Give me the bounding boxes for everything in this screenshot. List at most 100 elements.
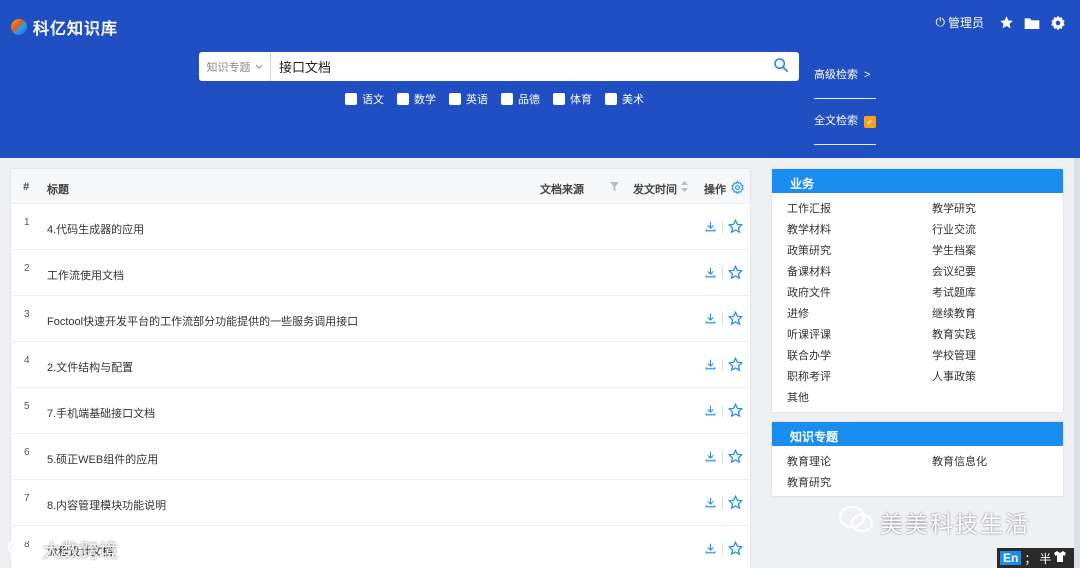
category-link[interactable]: 工作汇报 — [787, 199, 932, 220]
category-link[interactable]: 会议纪要 — [932, 262, 1052, 283]
checkbox-icon[interactable] — [605, 93, 617, 105]
advanced-search-arrow: > — [864, 69, 871, 81]
col-header-title[interactable]: 标题 — [47, 181, 69, 197]
search-input[interactable] — [271, 52, 763, 81]
subject-filter-english[interactable]: 英语 — [449, 91, 488, 107]
fulltext-search-label: 全文检索 — [814, 115, 858, 127]
download-icon[interactable] — [704, 450, 717, 466]
category-link[interactable]: 考试题库 — [932, 283, 1052, 304]
category-link[interactable]: 学校管理 — [932, 346, 1052, 367]
checkbox-icon[interactable] — [449, 93, 461, 105]
col-header-source[interactable]: 文档来源 — [540, 181, 584, 197]
row-title-link[interactable]: 4.代码生成器的应用 — [47, 221, 144, 237]
folder-icon[interactable] — [1024, 15, 1040, 31]
category-link[interactable]: 职称考评 — [787, 367, 932, 388]
row-title-link[interactable]: 7.手机端基础接口文档 — [47, 405, 155, 421]
watermark-right: 美美科技生活 — [838, 505, 1030, 539]
download-icon[interactable] — [704, 404, 717, 420]
admin-button[interactable]: ⏻ 管理员 — [935, 14, 984, 31]
checkbox-icon[interactable] — [397, 93, 409, 105]
subject-filter-art[interactable]: 美术 — [605, 91, 644, 107]
ime-indicator[interactable]: En ； 半 — [997, 548, 1080, 568]
scope-label: 知识专题 — [206, 61, 251, 74]
category-link[interactable]: 政府文件 — [787, 283, 932, 304]
favorite-star-icon[interactable] — [727, 310, 744, 329]
table-row[interactable]: 8 流程设计文档 — [11, 526, 750, 568]
logo-icon — [11, 19, 27, 35]
category-link[interactable]: 继续教育 — [932, 304, 1052, 325]
row-title-link[interactable]: 8.内容管理模块功能说明 — [47, 497, 166, 513]
category-link[interactable]: 听课评课 — [787, 325, 932, 346]
category-link[interactable]: 学生档案 — [932, 241, 1052, 262]
filter-icon[interactable] — [610, 182, 619, 194]
row-title-link[interactable]: 工作流使用文档 — [47, 267, 124, 283]
wechat-icon — [838, 505, 874, 539]
download-icon[interactable] — [704, 542, 717, 558]
table-row[interactable]: 3 Foctool快速开发平台的工作流部分功能提供的一些服务调用接口 — [11, 296, 750, 342]
app-logo[interactable]: 科亿知识库 — [11, 15, 118, 39]
row-title-link[interactable]: Foctool快速开发平台的工作流部分功能提供的一些服务调用接口 — [47, 313, 358, 329]
category-link[interactable]: 教育研究 — [787, 473, 932, 494]
sort-icon[interactable] — [681, 181, 688, 195]
table-row[interactable]: 1 4.代码生成器的应用 — [11, 204, 750, 250]
table-row[interactable]: 2 工作流使用文档 — [11, 250, 750, 296]
subject-label: 品德 — [518, 94, 540, 106]
subject-filter-chinese[interactable]: 语文 — [345, 91, 384, 107]
column-settings-icon[interactable] — [731, 180, 744, 197]
table-row[interactable]: 4 2.文件结构与配置 — [11, 342, 750, 388]
category-link[interactable]: 政策研究 — [787, 241, 932, 262]
checkbox-icon[interactable] — [553, 93, 565, 105]
favorite-star-icon[interactable] — [727, 494, 744, 513]
ime-punct[interactable]: ； — [1024, 550, 1036, 567]
category-link[interactable]: 教育实践 — [932, 325, 1052, 346]
download-icon[interactable] — [704, 266, 717, 282]
star-icon[interactable] — [998, 15, 1014, 31]
row-title-link[interactable]: 5.硕正WEB组件的应用 — [47, 451, 158, 467]
ime-lang[interactable]: En — [1000, 551, 1022, 565]
business-category-list: 工作汇报 教学研究 教学材料 行业交流 政策研究 学生档案 备课材料 会议纪要 政府文件 考试题库… — [772, 193, 1063, 413]
category-link[interactable]: 备课材料 — [787, 262, 932, 283]
download-icon[interactable] — [704, 312, 717, 328]
download-icon[interactable] — [704, 496, 717, 512]
table-row[interactable]: 6 5.硕正WEB组件的应用 — [11, 434, 750, 480]
divider — [722, 497, 723, 509]
row-title-link[interactable]: 2.文件结构与配置 — [47, 359, 133, 375]
search-button[interactable] — [763, 52, 799, 81]
favorite-star-icon[interactable] — [727, 448, 744, 467]
category-link[interactable]: 教育理论 — [787, 452, 932, 473]
category-link[interactable]: 教学研究 — [932, 199, 1052, 220]
favorite-star-icon[interactable] — [727, 218, 744, 237]
shirt-icon[interactable] — [1054, 551, 1067, 565]
category-link[interactable]: 进修 — [787, 304, 932, 325]
scope-dropdown[interactable]: 知识专题 — [199, 52, 271, 81]
table-row[interactable]: 7 8.内容管理模块功能说明 — [11, 480, 750, 526]
category-link[interactable]: 其他 — [787, 388, 932, 409]
favorite-star-icon[interactable] — [727, 356, 744, 375]
subject-label: 美术 — [622, 94, 644, 106]
category-link[interactable]: 教育信息化 — [932, 452, 1052, 473]
subject-label: 体育 — [570, 94, 592, 106]
settings-gear-icon[interactable] — [1050, 15, 1066, 31]
advanced-search-link[interactable]: 高级检索 > — [814, 53, 876, 99]
category-link[interactable]: 联合办学 — [787, 346, 932, 367]
subject-filter-morality[interactable]: 品德 — [501, 91, 540, 107]
checkbox-icon[interactable] — [345, 93, 357, 105]
subject-filter-pe[interactable]: 体育 — [553, 91, 592, 107]
ime-width[interactable]: 半 — [1039, 550, 1051, 567]
category-link[interactable]: 行业交流 — [932, 220, 1052, 241]
checkbox-checked-icon[interactable]: ✓ — [864, 115, 876, 128]
favorite-star-icon[interactable] — [727, 402, 744, 421]
checkbox-icon[interactable] — [501, 93, 513, 105]
fulltext-search-toggle[interactable]: 全文检索 ✓ — [814, 99, 876, 145]
favorite-star-icon[interactable] — [727, 540, 744, 559]
scrollbar[interactable] — [1074, 158, 1080, 568]
row-number: 7 — [24, 493, 30, 504]
download-icon[interactable] — [704, 358, 717, 374]
category-link[interactable]: 人事政策 — [932, 367, 1052, 388]
table-row[interactable]: 5 7.手机端基础接口文档 — [11, 388, 750, 434]
subject-filter-math[interactable]: 数学 — [397, 91, 436, 107]
col-header-date[interactable]: 发文时间 — [633, 181, 677, 197]
download-icon[interactable] — [704, 220, 717, 236]
category-link[interactable]: 教学材料 — [787, 220, 932, 241]
favorite-star-icon[interactable] — [727, 264, 744, 283]
